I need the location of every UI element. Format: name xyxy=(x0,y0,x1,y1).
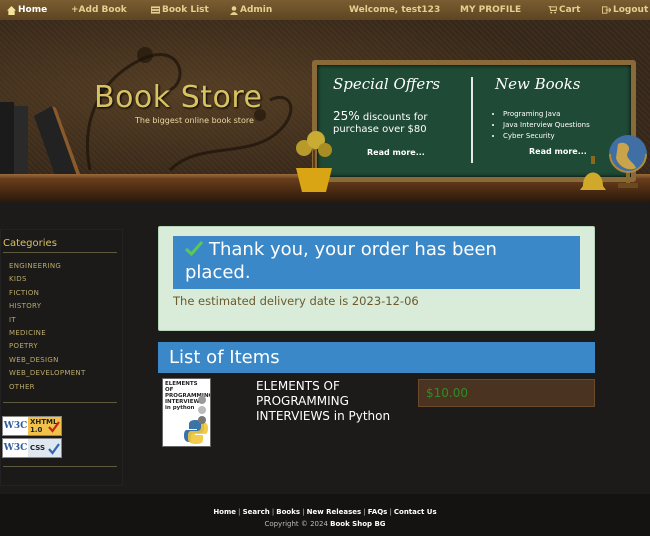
delivery-date-text: The estimated delivery date is 2023-12-0… xyxy=(173,294,419,308)
new-books-title: New Books xyxy=(495,75,581,93)
nav-book-list[interactable]: Book List xyxy=(151,5,209,15)
cover-circles-decoration xyxy=(198,396,206,424)
w3c-logo: W3C xyxy=(3,417,28,435)
categories-title: Categories xyxy=(3,238,57,249)
book-price: $10.00 xyxy=(418,379,595,407)
store-title: Book Store xyxy=(94,80,263,115)
xhtml-badge-label: XHTML 1.0 xyxy=(28,417,61,435)
board-divider xyxy=(471,77,473,163)
offer-percent: 25% xyxy=(333,109,360,123)
category-link[interactable]: KIDS xyxy=(9,273,86,286)
category-link[interactable]: ENGINEERING xyxy=(9,260,86,273)
new-book-item[interactable]: Java Interview Questions xyxy=(503,120,590,131)
top-nav: Home +Add Book Book List Admin Welcome, … xyxy=(0,0,650,20)
confirmation-message: Thank you, your order has been placed. xyxy=(185,239,497,283)
new-books-read-more-link[interactable]: Read more... xyxy=(529,147,587,156)
logout-icon xyxy=(602,6,611,14)
footer-link-home[interactable]: Home xyxy=(213,508,236,516)
nav-admin[interactable]: Admin xyxy=(230,5,272,15)
home-icon xyxy=(7,5,16,15)
nav-my-profile-label: MY PROFILE xyxy=(460,5,522,15)
list-of-items-heading: List of Items xyxy=(158,342,595,373)
confirmation-banner: Thank you, your order has been placed. xyxy=(173,236,580,289)
xhtml-validator-badge[interactable]: W3C XHTML 1.0 xyxy=(2,416,62,436)
category-link[interactable]: WEB_DESIGN xyxy=(9,354,86,367)
category-link[interactable]: POETRY xyxy=(9,340,86,353)
footer-link-new-releases[interactable]: New Releases xyxy=(307,508,362,516)
category-list: ENGINEERING KIDS FICTION HISTORY IT MEDI… xyxy=(9,260,86,394)
footer-link-contact[interactable]: Contact Us xyxy=(394,508,437,516)
sidebar: Categories ENGINEERING KIDS FICTION HIST… xyxy=(0,229,123,486)
copyright-brand: Book Shop BG xyxy=(330,520,386,528)
book-cover-image: ELEMENTS OF PROGRAMMING INTERVIEWS in py… xyxy=(162,378,211,447)
nav-logout-label: Logout xyxy=(613,5,649,15)
category-link[interactable]: WEB_DEVELOPMENT xyxy=(9,367,86,380)
user-icon xyxy=(230,5,238,15)
sidebar-rule xyxy=(3,402,117,403)
book-cover-text: ELEMENTS OF PROGRAMMING INTERVIEWS in py… xyxy=(165,381,211,411)
sidebar-rule xyxy=(3,466,117,467)
nav-home[interactable]: Home xyxy=(7,5,47,15)
copyright-text: Copyright © 2024 xyxy=(264,520,328,528)
category-link[interactable]: HISTORY xyxy=(9,300,86,313)
category-link[interactable]: OTHER xyxy=(9,381,86,394)
globe-illustration xyxy=(609,135,647,188)
list-icon xyxy=(151,6,160,14)
book-title[interactable]: ELEMENTS OF PROGRAMMING INTERVIEWS in Py… xyxy=(256,379,396,424)
bell-illustration xyxy=(580,156,606,190)
offers-read-more-link[interactable]: Read more... xyxy=(367,148,425,157)
cart-icon xyxy=(548,6,557,14)
css-validator-badge[interactable]: W3C CSS xyxy=(2,438,62,458)
nav-admin-label: Admin xyxy=(240,5,273,15)
category-link[interactable]: MEDICINE xyxy=(9,327,86,340)
welcome-label: Welcome, test123 xyxy=(349,5,441,15)
check-icon xyxy=(48,443,60,455)
checkmark-icon xyxy=(185,241,203,256)
nav-cart-label: Cart xyxy=(559,5,581,15)
nav-my-profile[interactable]: MY PROFILE xyxy=(460,5,521,15)
nav-cart[interactable]: Cart xyxy=(548,5,580,15)
nav-add-book[interactable]: +Add Book xyxy=(71,5,127,15)
nav-logout[interactable]: Logout xyxy=(602,5,648,15)
category-link[interactable]: IT xyxy=(9,314,86,327)
footer-link-search[interactable]: Search xyxy=(243,508,270,516)
nav-book-list-label: Book List xyxy=(162,5,209,15)
footer-link-faqs[interactable]: FAQs xyxy=(368,508,388,516)
nav-add-book-label: +Add Book xyxy=(71,5,127,15)
w3c-logo: W3C xyxy=(3,439,28,457)
check-icon xyxy=(48,421,60,433)
sidebar-rule xyxy=(3,252,117,253)
footer-link-books[interactable]: Books xyxy=(276,508,300,516)
footer: Home | Search | Books | New Releases | FAQs | Cont… xyxy=(0,494,650,536)
copyright: Copyright © 2024 Book Shop BG xyxy=(0,520,650,528)
plant-pot-illustration xyxy=(296,131,332,192)
nav-home-label: Home xyxy=(18,5,48,15)
new-books-list: Programing Java Java Interview Questions… xyxy=(503,109,590,142)
offer-text: 25% discounts for purchase over $80 xyxy=(333,110,453,136)
footer-links: Home | Search | Books | New Releases | FAQs | Cont… xyxy=(213,508,437,516)
new-book-item[interactable]: Programing Java xyxy=(503,109,590,120)
category-link[interactable]: FICTION xyxy=(9,287,86,300)
banner: Book Store The biggest online book store… xyxy=(0,20,650,202)
special-offers-title: Special Offers xyxy=(333,75,441,93)
new-book-item[interactable]: Cyber Security xyxy=(503,131,590,142)
welcome-text: Welcome, test123 xyxy=(349,5,440,15)
css-badge-label: CSS xyxy=(28,439,61,457)
order-confirmation-panel: Thank you, your order has been placed. T… xyxy=(158,226,595,331)
store-subtitle: The biggest online book store xyxy=(135,116,254,125)
